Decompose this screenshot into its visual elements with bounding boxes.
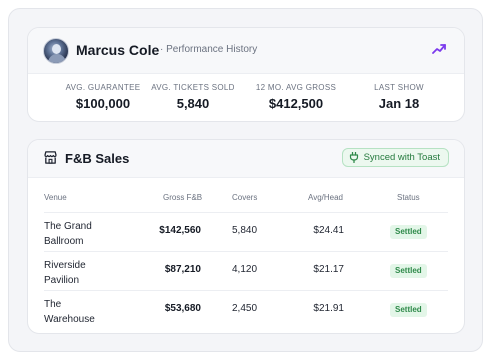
column-header-covers: Covers — [232, 193, 258, 202]
status-badge: Settled — [390, 264, 427, 278]
stat-value: $412,500 — [268, 96, 324, 111]
avg-head: $24.41 — [313, 225, 344, 236]
venue-name: The Grand Ballroom — [44, 221, 92, 247]
covers: 2,450 — [232, 303, 258, 314]
trending-up-icon[interactable] — [432, 43, 446, 55]
stat-value: $100,000 — [75, 96, 131, 111]
venue-name: The Warehouse — [44, 299, 95, 325]
stat-label: LAST SHOW — [374, 83, 424, 92]
avg-head: $21.17 — [313, 264, 344, 275]
table-row[interactable]: The Grand Ballroom $142,560 5,840 $24.41… — [44, 213, 448, 252]
performance-history-label: · Performance History — [160, 44, 258, 55]
plug-icon — [349, 152, 358, 163]
stats-row: AVG. GUARANTEE $100,000 AVG. TICKETS SOL… — [28, 74, 464, 121]
stat-12mo-avg-gross: 12 MO. AVG GROSS $412,500 — [246, 83, 346, 111]
artist-summary-card: Marcus Cole · Performance History AVG. G… — [27, 27, 465, 122]
artist-header: Marcus Cole · Performance History — [28, 28, 464, 74]
stat-last-show: LAST SHOW Jan 18 — [349, 83, 449, 111]
stat-avg-guarantee: AVG. GUARANTEE $100,000 — [53, 83, 153, 111]
stat-value: 5,840 — [176, 96, 210, 111]
status-badge: Settled — [390, 303, 427, 317]
stat-label: 12 MO. AVG GROSS — [255, 83, 337, 92]
fb-sales-header: F&B Sales Synced with Toast — [28, 140, 464, 178]
gross-fb: $142,560 — [159, 225, 201, 236]
stat-label: AVG. TICKETS SOLD — [151, 83, 235, 92]
store-icon — [44, 151, 57, 164]
fb-sales-title: F&B Sales — [65, 151, 130, 166]
avg-head: $21.91 — [313, 303, 344, 314]
gross-fb: $87,210 — [164, 264, 201, 275]
avatar[interactable] — [43, 38, 69, 64]
synced-with-toast-badge[interactable]: Synced with Toast — [341, 148, 449, 167]
venue-name: Riverside Pavilion — [44, 260, 86, 286]
table-row[interactable]: Riverside Pavilion $87,210 4,120 $21.17 … — [44, 252, 448, 291]
performance-panel: Marcus Cole · Performance History AVG. G… — [8, 8, 483, 352]
sync-label: Synced with Toast — [363, 152, 440, 163]
column-header-venue: Venue — [44, 193, 67, 202]
artist-name[interactable]: Marcus Cole — [76, 42, 159, 58]
stat-label: AVG. GUARANTEE — [65, 83, 141, 92]
column-header-avg-head: Avg/Head — [308, 193, 343, 202]
column-header-status: Status — [397, 193, 420, 202]
stat-avg-tickets-sold: AVG. TICKETS SOLD 5,840 — [143, 83, 243, 111]
fb-sales-card: F&B Sales Synced with Toast Venue Gross … — [27, 139, 465, 334]
covers: 4,120 — [232, 264, 258, 275]
gross-fb: $53,680 — [164, 303, 201, 314]
status-badge: Settled — [390, 225, 427, 239]
column-header-gross: Gross F&B — [163, 193, 203, 202]
table-row[interactable]: The Warehouse $53,680 2,450 $21.91 Settl… — [44, 291, 448, 330]
stat-value: Jan 18 — [378, 96, 420, 111]
covers: 5,840 — [232, 225, 258, 236]
